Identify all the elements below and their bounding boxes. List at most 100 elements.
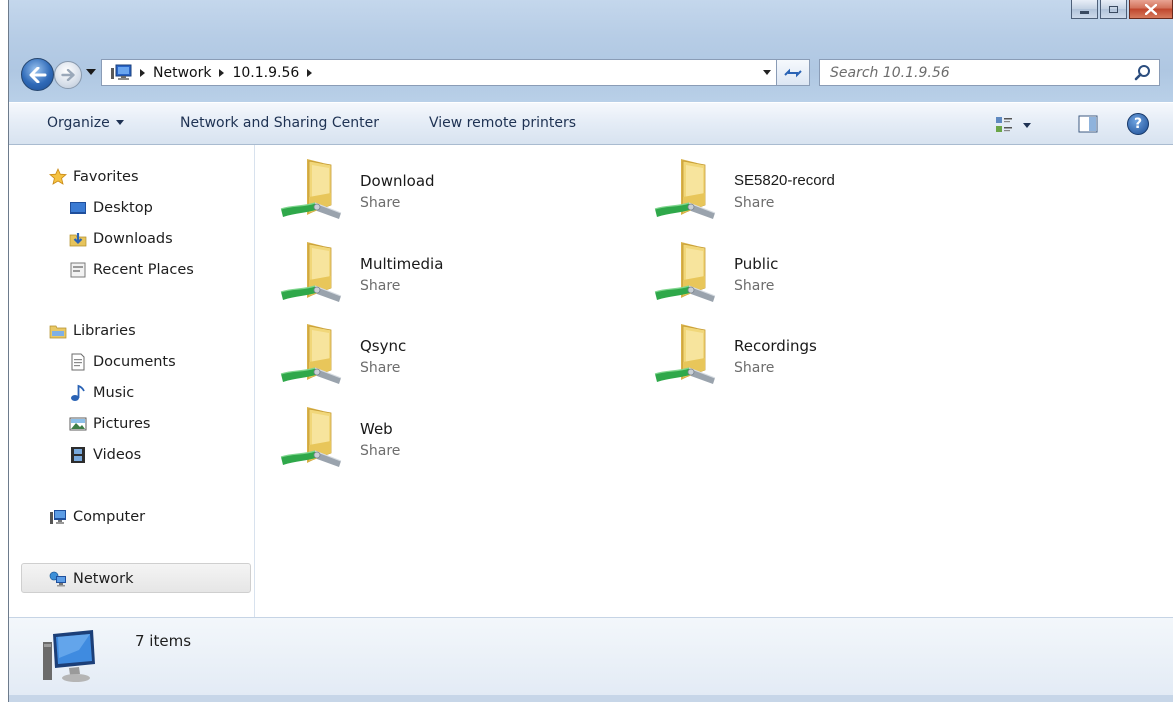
preview-pane-icon: [1078, 115, 1098, 133]
maximize-icon: [1109, 5, 1118, 13]
sidebar-item-recent-places[interactable]: Recent Places: [69, 257, 194, 283]
shared-folder-icon: [654, 324, 716, 384]
breadcrumb-separator-icon[interactable]: [219, 68, 225, 77]
breadcrumb-host[interactable]: 10.1.9.56: [232, 65, 299, 81]
share-item-multimedia[interactable]: Multimedia Share: [255, 228, 615, 304]
view-options-icon: [996, 117, 1031, 132]
help-button[interactable]: ?: [1127, 113, 1149, 135]
sidebar-label: Recent Places: [93, 262, 194, 278]
back-button[interactable]: [21, 58, 54, 91]
share-name: Recordings: [734, 337, 817, 355]
refresh-button[interactable]: [777, 59, 810, 86]
breadcrumb-separator-icon[interactable]: [307, 68, 313, 77]
favorites-star-icon: [49, 168, 67, 185]
shared-folder-icon: [654, 159, 716, 219]
sidebar-item-computer[interactable]: Computer: [49, 504, 145, 530]
share-type: Share: [734, 195, 775, 211]
shared-folder-icon: [280, 324, 342, 384]
share-type: Share: [360, 195, 401, 211]
caption-buttons: [1069, 0, 1173, 24]
sidebar-item-network[interactable]: Network: [49, 566, 134, 592]
sidebar-label: Network: [73, 571, 134, 587]
address-history-dropdown-icon[interactable]: [763, 70, 771, 75]
address-bar[interactable]: Network 10.1.9.56: [101, 59, 777, 86]
help-icon: ?: [1133, 116, 1143, 132]
network-computer-icon: [43, 630, 95, 682]
sidebar-label: Videos: [93, 447, 142, 463]
breadcrumb-separator-icon[interactable]: [140, 68, 145, 77]
back-arrow-icon: [29, 66, 46, 83]
sidebar-label: Pictures: [93, 416, 151, 432]
shared-folder-icon: [280, 159, 342, 219]
search-box[interactable]: Search 10.1.9.56: [819, 59, 1160, 86]
music-icon: [71, 384, 85, 401]
share-item-public[interactable]: Public Share: [629, 228, 989, 304]
share-item-recordings[interactable]: Recordings Share: [629, 310, 989, 386]
breadcrumb-network[interactable]: Network: [153, 65, 211, 81]
share-type: Share: [360, 278, 401, 294]
sidebar-item-videos[interactable]: Videos: [69, 442, 141, 468]
shared-folder-icon: [654, 242, 716, 302]
documents-icon: [71, 353, 85, 371]
computer-icon: [50, 510, 66, 524]
organize-menu[interactable]: Organize: [47, 115, 124, 131]
share-item-qsync[interactable]: Qsync Share: [255, 310, 615, 386]
sidebar-item-downloads[interactable]: Downloads: [69, 226, 173, 252]
sidebar-label: Computer: [73, 509, 146, 525]
share-item-se5820-record[interactable]: SE5820-record Share: [629, 145, 989, 221]
sidebar-item-music[interactable]: Music: [69, 380, 134, 406]
refresh-icon: [784, 68, 802, 77]
share-name: Web: [360, 420, 393, 438]
downloads-icon: [69, 233, 87, 247]
network-icon: [49, 571, 66, 587]
minimize-button[interactable]: [1071, 0, 1098, 19]
share-name: Multimedia: [360, 255, 444, 273]
share-name: Public: [734, 255, 779, 273]
network-sharing-center-button[interactable]: Network and Sharing Center: [180, 115, 379, 131]
sidebar-label: Libraries: [73, 323, 136, 339]
sidebar-item-documents[interactable]: Documents: [69, 349, 176, 375]
share-name: Qsync: [360, 337, 407, 355]
search-input[interactable]: Search 10.1.9.56: [820, 65, 1133, 81]
libraries-icon: [49, 325, 67, 339]
sidebar-label: Downloads: [93, 231, 173, 247]
details-pane: 7 items: [9, 617, 1173, 695]
sidebar-label: Documents: [93, 354, 176, 370]
share-type: Share: [734, 278, 775, 294]
sidebar-item-desktop[interactable]: Desktop: [69, 195, 153, 221]
item-count: 7 items: [135, 632, 192, 650]
navigation-pane: Favorites Desktop Downloads Recent Place…: [9, 145, 255, 617]
recent-pages-dropdown[interactable]: [86, 69, 96, 75]
pictures-icon: [69, 417, 87, 431]
share-item-download[interactable]: Download Share: [255, 145, 615, 221]
share-item-web[interactable]: Web Share: [255, 393, 615, 469]
preview-pane-button[interactable]: [1078, 114, 1098, 134]
chevron-down-icon: [115, 120, 124, 125]
recent-places-icon: [70, 262, 86, 278]
search-icon[interactable]: [1133, 63, 1153, 83]
shared-folder-icon: [280, 242, 342, 302]
view-remote-printers-button[interactable]: View remote printers: [429, 115, 576, 131]
explorer-window: Network 10.1.9.56 Search 10.1.9.56 Organ…: [8, 0, 1173, 702]
organize-label: Organize: [47, 115, 110, 131]
sidebar-item-libraries[interactable]: Libraries: [49, 318, 136, 344]
change-view-button[interactable]: [995, 116, 1031, 134]
share-name: SE5820-record: [734, 172, 835, 189]
file-list: Download Share SE5820-record Share Multi…: [255, 145, 1173, 617]
shared-folder-icon: [280, 407, 342, 467]
sidebar-label: Music: [93, 385, 135, 401]
forward-button[interactable]: [54, 61, 82, 89]
maximize-button[interactable]: [1100, 0, 1127, 19]
title-bar: Network 10.1.9.56 Search 10.1.9.56: [9, 0, 1173, 102]
network-location-icon: [111, 64, 132, 80]
sidebar-item-pictures[interactable]: Pictures: [69, 411, 150, 437]
close-button[interactable]: [1129, 0, 1173, 19]
minimize-icon: [1080, 10, 1089, 14]
share-name: Download: [360, 172, 435, 190]
share-type: Share: [734, 360, 775, 376]
desktop-icon: [70, 202, 86, 214]
sidebar-item-favorites[interactable]: Favorites: [49, 164, 139, 190]
sidebar-label: Favorites: [73, 169, 139, 185]
sidebar-label: Desktop: [93, 200, 153, 216]
close-icon: [1145, 3, 1157, 15]
